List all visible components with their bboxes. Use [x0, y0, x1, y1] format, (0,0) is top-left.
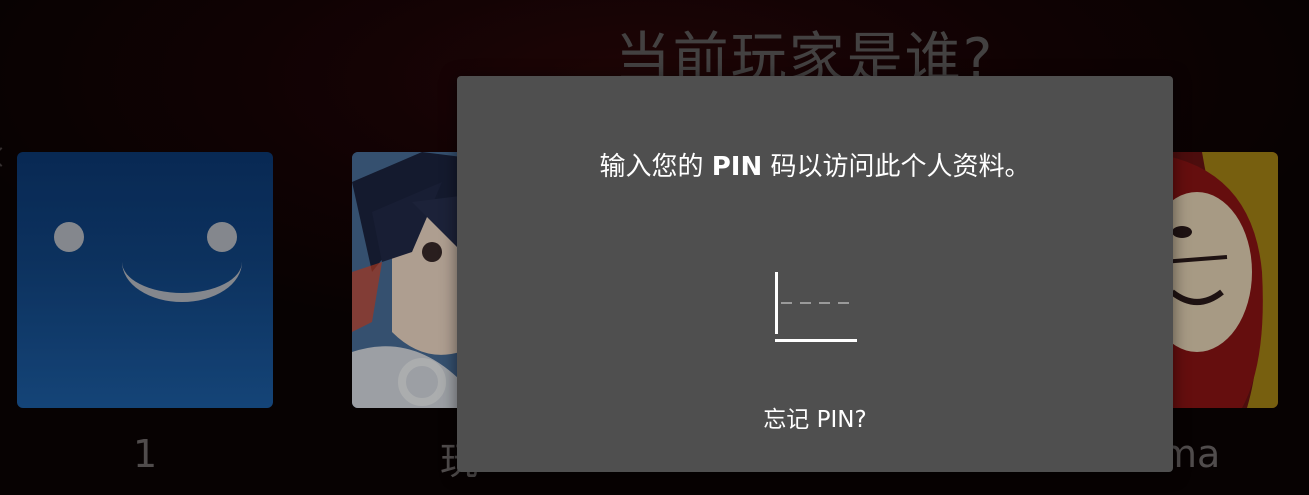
pin-digit-placeholder [781, 302, 792, 304]
text-cursor [775, 272, 778, 334]
pin-digit-placeholder [838, 302, 849, 304]
forgot-pin-link[interactable]: 忘记 PIN? [457, 400, 1173, 434]
pin-dialog: 输入您的 PIN 码以访问此个人资料。 忘记 PIN? [457, 76, 1173, 472]
pin-prompt: 输入您的 PIN 码以访问此个人资料。 [457, 146, 1173, 183]
pin-prompt-text-end: 码以访问此个人资料。 [762, 152, 1031, 182]
pin-digit-placeholder [800, 302, 811, 304]
pin-input-underline [775, 339, 857, 342]
pin-digit-placeholder [819, 302, 830, 304]
pin-prompt-text-start: 输入您的 [599, 152, 712, 182]
pin-prompt-text-bold: PIN [711, 152, 763, 182]
pin-input[interactable] [775, 272, 857, 342]
